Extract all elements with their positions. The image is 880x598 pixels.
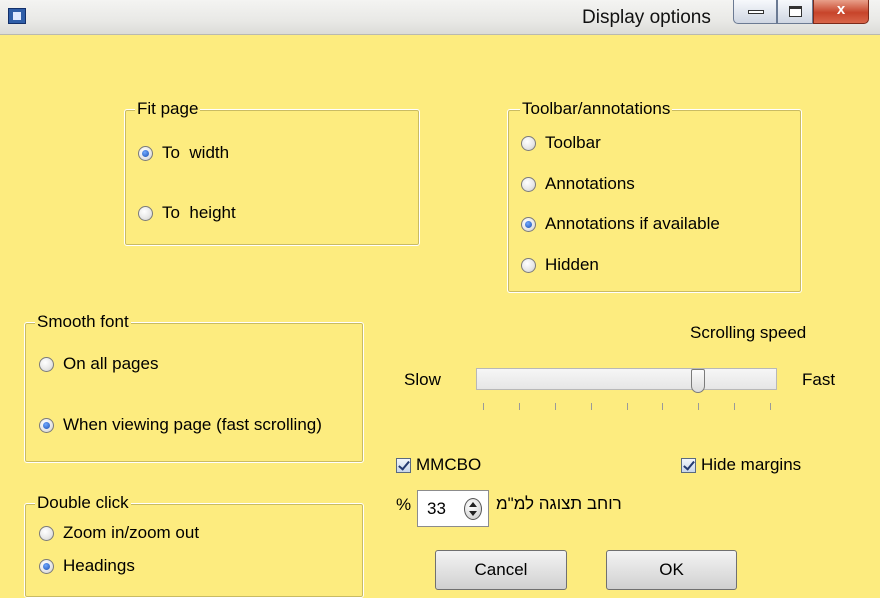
slider-tick (698, 403, 700, 410)
double-click-group: Double click (24, 493, 364, 598)
annotations-option[interactable]: Annotations (521, 174, 635, 194)
slider-tick (590, 403, 592, 410)
mmcbo-label: MMCBO (416, 455, 482, 474)
slider-tick (483, 403, 484, 410)
spin-updown-icon[interactable] (464, 498, 482, 520)
percent-sign: % (396, 495, 412, 514)
display-width-spinbox[interactable]: 33 (417, 490, 489, 527)
annotations-if-available-label: Annotations if available (545, 214, 720, 233)
hidden-radio[interactable] (521, 257, 536, 273)
fit-page-to-height-radio[interactable] (138, 205, 153, 221)
display-width-value[interactable]: 33 (427, 499, 446, 519)
headings-radio[interactable] (39, 558, 54, 574)
scrolling-speed-slider-thumb[interactable] (691, 369, 706, 393)
slider-tick (770, 403, 771, 410)
fit-page-group: Fit page (124, 99, 420, 246)
fit-page-to-width-label: To width (162, 143, 230, 162)
when-viewing-page-option[interactable]: When viewing page (fast scrolling) (39, 415, 322, 435)
zoom-in-out-label: Zoom in/zoom out (63, 523, 200, 542)
app-icon[interactable] (8, 8, 26, 24)
fit-page-to-width-radio[interactable] (138, 145, 153, 161)
fit-page-to-height-label: To height (162, 203, 236, 222)
title-bar[interactable]: Display options x (0, 0, 880, 35)
annotations-option-label: Annotations (545, 174, 635, 193)
minimize-button[interactable] (733, 0, 777, 24)
mmcbo-checkbox[interactable] (396, 457, 411, 473)
hide-margins-label: Hide margins (701, 455, 802, 474)
scrolling-speed-slider-track[interactable] (476, 368, 777, 390)
cancel-button[interactable]: Cancel (435, 550, 567, 590)
mmcbo-option[interactable]: MMCBO (396, 455, 481, 475)
window-title: Display options (582, 7, 711, 28)
slider-tick (518, 403, 520, 410)
annotations-if-available-radio[interactable] (521, 216, 536, 232)
slider-tick (626, 403, 628, 410)
when-viewing-page-label: When viewing page (fast scrolling) (63, 415, 322, 434)
annotations-radio[interactable] (521, 176, 536, 192)
when-viewing-page-radio[interactable] (39, 417, 54, 433)
slider-tick (734, 403, 736, 410)
smooth-font-legend: Smooth font (35, 312, 131, 332)
slow-label: Slow (404, 370, 441, 389)
close-button[interactable]: x (813, 0, 869, 24)
toolbar-radio[interactable] (521, 135, 536, 151)
hide-margins-option[interactable]: Hide margins (681, 455, 801, 475)
smooth-font-group: Smooth font (24, 312, 364, 463)
toolbar-annotations-legend: Toolbar/annotations (520, 99, 673, 119)
maximize-icon (789, 6, 802, 17)
close-icon: x (836, 1, 846, 18)
on-all-pages-label: On all pages (63, 354, 159, 373)
slider-tick (662, 403, 664, 410)
fit-page-to-width-option[interactable]: To width (138, 143, 229, 163)
headings-label: Headings (63, 556, 135, 575)
hide-margins-checkbox[interactable] (681, 457, 696, 473)
display-width-label: רוחב תצוגה למ"מ (496, 494, 622, 513)
on-all-pages-option[interactable]: On all pages (39, 354, 158, 374)
fit-page-legend: Fit page (135, 99, 201, 119)
zoom-in-out-option[interactable]: Zoom in/zoom out (39, 523, 199, 543)
ok-button[interactable]: OK (606, 550, 737, 590)
slider-tick (554, 403, 556, 410)
maximize-button[interactable] (777, 0, 813, 24)
annotations-if-available-option[interactable]: Annotations if available (521, 214, 720, 234)
toolbar-option-label: Toolbar (545, 133, 601, 152)
fast-label: Fast (802, 370, 836, 389)
toolbar-option[interactable]: Toolbar (521, 133, 601, 153)
on-all-pages-radio[interactable] (39, 356, 54, 372)
fit-page-to-height-option[interactable]: To height (138, 203, 236, 223)
headings-option[interactable]: Headings (39, 556, 135, 576)
hidden-option-label: Hidden (545, 255, 599, 274)
zoom-in-out-radio[interactable] (39, 525, 54, 541)
hidden-option[interactable]: Hidden (521, 255, 599, 275)
minimize-icon (748, 10, 764, 14)
double-click-legend: Double click (35, 493, 131, 513)
scrolling-speed-label: Scrolling speed (690, 323, 807, 342)
